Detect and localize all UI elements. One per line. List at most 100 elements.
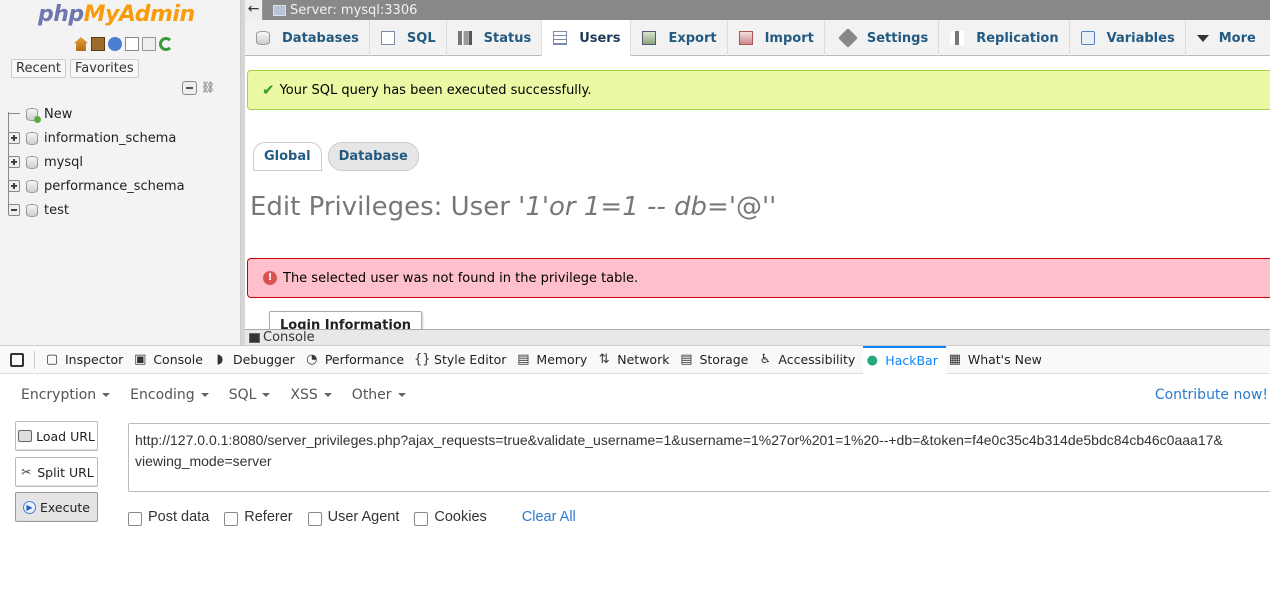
devtools-tab-inspector[interactable]: ▢ Inspector bbox=[43, 346, 131, 374]
contribute-link[interactable]: Contribute now! bbox=[1155, 387, 1268, 403]
page-title: Edit Privileges: User '1'or 1=1 -- db='@… bbox=[250, 192, 776, 222]
sql-icon bbox=[380, 31, 395, 45]
devtools-tab-hackbar[interactable]: ● HackBar bbox=[863, 345, 946, 374]
tab-users[interactable]: Users bbox=[542, 20, 632, 57]
collapse-all-icon[interactable] bbox=[182, 81, 197, 95]
option-label: Post data bbox=[148, 508, 210, 525]
menu-encryption[interactable]: Encryption bbox=[21, 387, 111, 403]
tree-item-label[interactable]: test bbox=[44, 203, 69, 218]
devtools-tab-network[interactable]: ⇅ Network bbox=[595, 346, 677, 374]
server-icon bbox=[273, 4, 286, 16]
tab-label: Replication bbox=[976, 30, 1059, 46]
phpmyadmin-logo[interactable]: phpMyAdmin bbox=[38, 2, 195, 27]
load-url-button[interactable]: Load URL bbox=[15, 421, 98, 451]
cookies-option[interactable]: Cookies bbox=[414, 507, 487, 526]
tree-item-new[interactable]: New bbox=[8, 102, 185, 126]
menu-xss[interactable]: XSS bbox=[290, 387, 332, 403]
console-bar[interactable]: Console bbox=[245, 329, 1270, 345]
menu-encoding[interactable]: Encoding bbox=[130, 387, 209, 403]
dropdown-arrow-icon bbox=[200, 393, 209, 397]
tree-item-mysql[interactable]: mysql bbox=[8, 150, 185, 174]
devtools-tab-console[interactable]: ▣ Console bbox=[131, 346, 211, 374]
tab-label: Variables bbox=[1106, 30, 1175, 46]
option-label: Referer bbox=[244, 508, 293, 525]
help-icon[interactable] bbox=[108, 37, 122, 51]
tree-item-label[interactable]: mysql bbox=[44, 155, 83, 170]
tree-controls: ⛓ bbox=[182, 81, 216, 95]
performance-icon: ◔ bbox=[306, 351, 318, 367]
subtab-database[interactable]: Database bbox=[327, 142, 419, 171]
clear-all-link[interactable]: Clear All bbox=[522, 509, 576, 525]
success-text: Your SQL query has been executed success… bbox=[279, 82, 592, 98]
logout-icon[interactable] bbox=[91, 37, 105, 51]
tree-item-label[interactable]: information_schema bbox=[44, 131, 176, 146]
tree-item-performance-schema[interactable]: performance_schema bbox=[8, 174, 185, 198]
expand-icon[interactable] bbox=[8, 180, 20, 192]
mysql-docs-icon[interactable] bbox=[142, 37, 156, 51]
menu-label: Encryption bbox=[21, 387, 97, 403]
element-picker-icon[interactable] bbox=[10, 352, 24, 367]
user-agent-checkbox[interactable] bbox=[307, 512, 322, 526]
import-icon bbox=[738, 31, 753, 45]
menu-other[interactable]: Other bbox=[352, 387, 406, 403]
expand-icon[interactable] bbox=[8, 132, 20, 144]
devtools-tab-debugger[interactable]: ◗ Debugger bbox=[211, 346, 303, 374]
tab-status[interactable]: Status bbox=[447, 20, 543, 56]
menu-label: Encoding bbox=[130, 387, 195, 403]
reload-icon[interactable] bbox=[159, 37, 173, 51]
execute-button[interactable]: ▶ Execute bbox=[15, 492, 98, 522]
recent-tab[interactable]: Recent bbox=[11, 59, 66, 78]
documentation-icon[interactable] bbox=[125, 37, 139, 51]
tab-export[interactable]: Export bbox=[631, 20, 728, 56]
style-editor-icon: {} bbox=[414, 351, 431, 367]
menu-label: SQL bbox=[228, 387, 257, 403]
tab-databases[interactable]: Databases bbox=[245, 20, 370, 56]
user-agent-option[interactable]: User Agent bbox=[307, 507, 399, 526]
devtools-tab-label: HackBar bbox=[885, 353, 938, 368]
devtools-tab-memory[interactable]: ▤ Memory bbox=[514, 346, 595, 374]
button-label: Execute bbox=[40, 499, 90, 515]
devtools-tab-performance[interactable]: ◔ Performance bbox=[303, 346, 412, 374]
referer-checkbox[interactable] bbox=[224, 512, 239, 526]
console-label[interactable]: Console bbox=[263, 330, 315, 345]
subtab-global[interactable]: Global bbox=[253, 142, 322, 171]
devtools-tab-label: Performance bbox=[324, 352, 405, 367]
database-icon bbox=[256, 31, 270, 45]
devtools-tab-accessibility[interactable]: ♿ Accessibility bbox=[756, 346, 863, 374]
devtools-tab-style-editor[interactable]: {} Style Editor bbox=[412, 346, 514, 374]
tab-label: Import bbox=[764, 30, 814, 46]
network-icon: ⇅ bbox=[598, 351, 610, 367]
expand-icon[interactable] bbox=[8, 156, 20, 168]
tab-import[interactable]: Import bbox=[728, 20, 825, 56]
cookies-checkbox[interactable] bbox=[414, 512, 429, 526]
tab-variables[interactable]: Variables bbox=[1070, 20, 1186, 56]
favorites-tab[interactable]: Favorites bbox=[69, 59, 139, 78]
privilege-subtabs: Global Database bbox=[253, 142, 419, 171]
post-data-checkbox[interactable] bbox=[128, 512, 142, 526]
tree-item-label[interactable]: New bbox=[44, 107, 72, 122]
server-breadcrumb-bar: ← Server: mysql:3306 bbox=[245, 0, 1270, 20]
tab-settings[interactable]: Settings bbox=[825, 20, 940, 56]
tab-replication[interactable]: Replication bbox=[939, 20, 1070, 56]
url-textarea[interactable]: http://127.0.0.1:8080/server_privileges.… bbox=[128, 423, 1270, 492]
post-data-option[interactable]: Post data bbox=[128, 507, 209, 526]
menu-sql[interactable]: SQL bbox=[229, 387, 271, 403]
home-icon[interactable] bbox=[74, 37, 88, 51]
link-with-main-icon[interactable]: ⛓ bbox=[201, 81, 216, 95]
tree-item-test[interactable]: test bbox=[8, 198, 185, 222]
devtools-tab-label: Debugger bbox=[232, 352, 295, 367]
collapse-icon[interactable] bbox=[8, 204, 20, 216]
tab-sql[interactable]: SQL bbox=[370, 20, 447, 56]
server-breadcrumb[interactable]: Server: mysql:3306 bbox=[290, 3, 417, 18]
back-arrow-icon[interactable]: ← bbox=[245, 0, 263, 20]
inspector-icon: ▢ bbox=[45, 351, 59, 367]
tab-more[interactable]: More bbox=[1186, 20, 1266, 56]
hackbar-icon: ● bbox=[866, 352, 878, 368]
devtools-tab-label: Storage bbox=[699, 352, 749, 367]
split-url-button[interactable]: ✂ Split URL bbox=[15, 457, 98, 487]
devtools-tab-whats-new[interactable]: ▦ What's New bbox=[946, 346, 1050, 374]
referer-option[interactable]: Referer bbox=[224, 507, 293, 526]
tree-item-label[interactable]: performance_schema bbox=[44, 179, 185, 194]
devtools-tab-storage[interactable]: ▤ Storage bbox=[677, 346, 756, 374]
tree-item-information-schema[interactable]: information_schema bbox=[8, 126, 185, 150]
